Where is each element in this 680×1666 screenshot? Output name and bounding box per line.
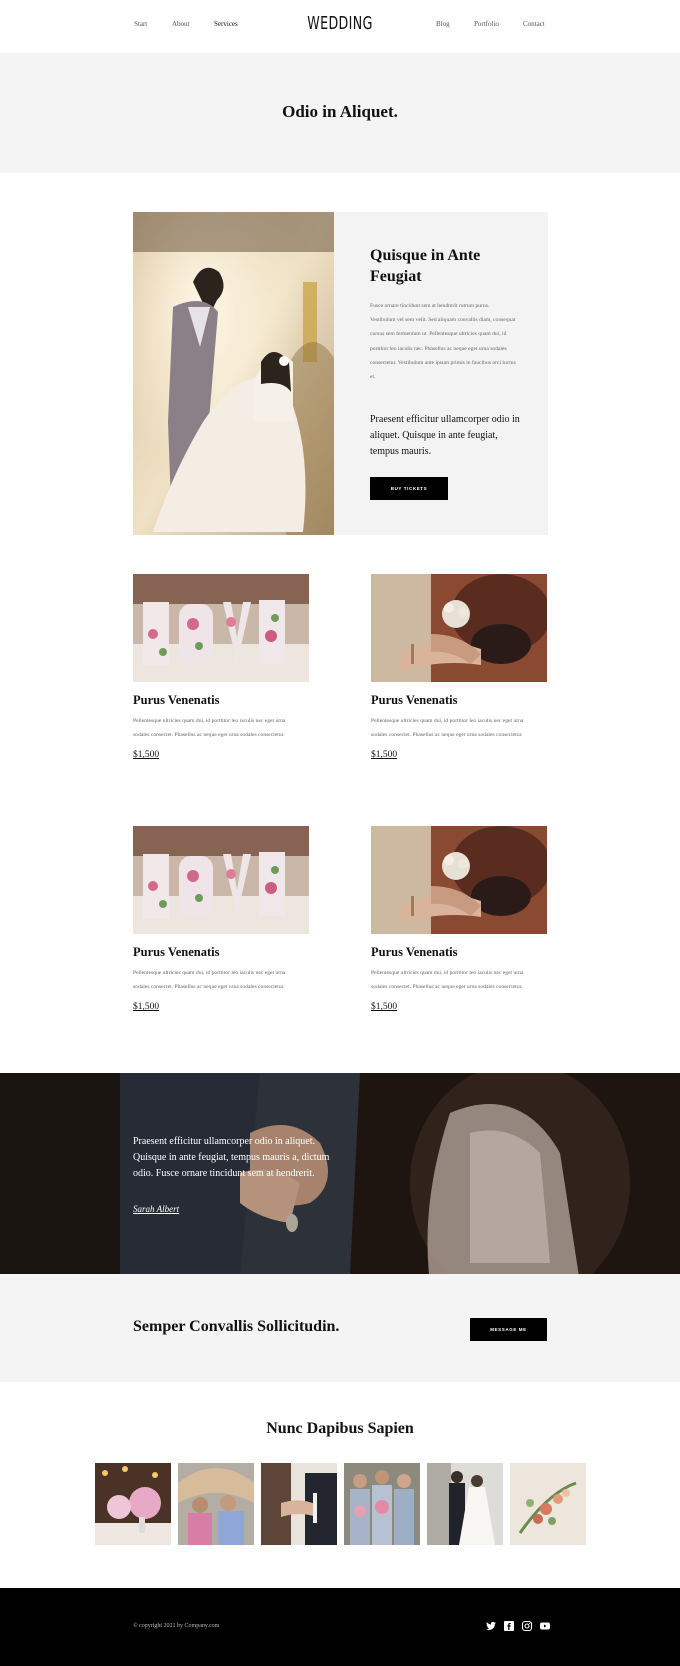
feature-body: Fusce ornare tincidunt sem at hendrerit … bbox=[370, 303, 516, 381]
footer: © copyright 2021 by Company.com bbox=[0, 1588, 680, 1666]
service-card: Purus Venenatis Pellentesque ultricies q… bbox=[133, 826, 309, 1014]
gallery-thumb-guests-arch[interactable] bbox=[178, 1463, 254, 1545]
cta-section: Semper Convallis Sollicitudin. MESSAGE M… bbox=[0, 1274, 680, 1382]
feature-title: Quisque in Ante Feugiat bbox=[370, 247, 481, 285]
bouquet-hands-photo bbox=[371, 574, 547, 682]
youtube-icon[interactable] bbox=[539, 1620, 551, 1632]
love-letters-photo bbox=[133, 826, 309, 934]
gallery-title: Nunc Dapibus Sapien bbox=[266, 1420, 414, 1437]
service-card: Purus Venenatis Pellentesque ultricies q… bbox=[371, 574, 547, 762]
feature-highlight: Praesent efficitur ullamcorper odio in a… bbox=[370, 414, 520, 457]
facebook-icon[interactable] bbox=[503, 1620, 515, 1632]
nav-portfolio[interactable]: Portfolio bbox=[474, 20, 499, 28]
service-card: Purus Venenatis Pellentesque ultricies q… bbox=[133, 574, 309, 762]
gallery-thumb-bouquet[interactable] bbox=[510, 1463, 586, 1545]
card-text: Pellentesque ultricies quam dui, id port… bbox=[133, 718, 286, 739]
card-title: Purus Venenatis bbox=[371, 945, 458, 959]
quote-author-link[interactable]: Sarah Albert bbox=[133, 1204, 179, 1214]
gallery-thumb-table-flowers[interactable] bbox=[95, 1463, 171, 1545]
service-card: Purus Venenatis Pellentesque ultricies q… bbox=[371, 826, 547, 1014]
buy-tickets-button[interactable]: BUY TICKETS bbox=[370, 477, 448, 500]
instagram-icon[interactable] bbox=[521, 1620, 533, 1632]
card-text: Pellentesque ultricies quam dui, id port… bbox=[371, 718, 524, 739]
gallery-thumb-ring-exchange[interactable] bbox=[261, 1463, 337, 1545]
hero-section: Odio in Aliquet. bbox=[0, 53, 680, 173]
card-price[interactable]: $1,500 bbox=[133, 1002, 159, 1012]
card-title: Purus Venenatis bbox=[371, 693, 458, 707]
card-text: Pellentesque ultricies quam dui, id port… bbox=[371, 970, 524, 991]
top-nav: Start About Services WEDDING Blog Portfo… bbox=[0, 0, 680, 53]
bouquet-hands-photo bbox=[371, 826, 547, 934]
quote-banner: Praesent efficitur ullamcorper odio in a… bbox=[0, 1073, 680, 1274]
message-me-button[interactable]: MESSAGE ME bbox=[470, 1318, 547, 1341]
card-title: Purus Venenatis bbox=[133, 693, 220, 707]
card-text: Pellentesque ultricies quam dui, id port… bbox=[133, 970, 286, 991]
gallery-thumb-bridesmaids[interactable] bbox=[344, 1463, 420, 1545]
nav-blog[interactable]: Blog bbox=[436, 20, 450, 28]
hero-title: Odio in Aliquet. bbox=[282, 102, 398, 121]
twitter-icon[interactable] bbox=[485, 1620, 497, 1632]
love-letters-photo bbox=[133, 574, 309, 682]
nav-contact[interactable]: Contact bbox=[523, 20, 545, 28]
card-price[interactable]: $1,500 bbox=[371, 750, 397, 760]
feature-panel: Quisque in Ante Feugiat Fusce ornare tin… bbox=[334, 212, 548, 535]
cta-title: Semper Convallis Sollicitudin. bbox=[133, 1318, 340, 1335]
copyright-text: © copyright 2021 by Company.com bbox=[133, 1623, 220, 1629]
quote-text: Praesent efficitur ullamcorper odio in a… bbox=[133, 1136, 330, 1179]
couple-photo bbox=[133, 212, 334, 535]
gallery-thumb-couple-walking[interactable] bbox=[427, 1463, 503, 1545]
card-price[interactable]: $1,500 bbox=[371, 1002, 397, 1012]
card-price[interactable]: $1,500 bbox=[133, 750, 159, 760]
card-title: Purus Venenatis bbox=[133, 945, 220, 959]
